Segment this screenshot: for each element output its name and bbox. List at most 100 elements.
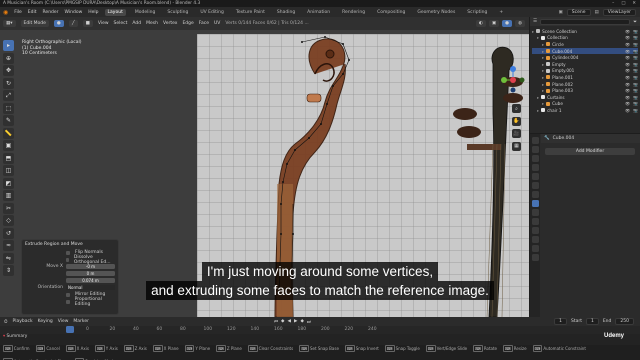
view-menu[interactable]: View [98,21,109,26]
expand-arrow-icon[interactable]: ▸ [542,42,544,47]
add-menu[interactable]: Add [132,21,141,26]
outliner-search-input[interactable] [540,18,631,25]
scene-selector[interactable]: Scene [566,8,591,16]
outliner-item[interactable]: ▸ chair 1 👁 📷 [532,107,638,114]
output-tab-icon[interactable] [531,155,539,162]
outliner-item[interactable]: ▸ Plane.003 👁 📷 [532,87,638,94]
gizmo-z-axis-icon[interactable] [510,66,516,72]
filter-icon[interactable]: ⏷ [633,19,637,25]
select-menu[interactable]: Select [114,21,128,26]
face-menu[interactable]: Face [199,21,209,26]
prev-key-icon[interactable]: ◆ [281,319,284,325]
shading-solid-icon[interactable]: ● [502,20,513,27]
visibility-eye-icon[interactable]: 👁 [625,29,630,34]
workspace-tab-geometry-nodes[interactable]: Geometry Nodes [414,9,458,16]
cursor-tool-icon[interactable]: ⊕ [3,52,14,64]
menu-edit[interactable]: Edit [28,10,37,15]
overlays-icon[interactable]: ◐ [475,20,486,27]
editor-type-button[interactable]: ▦▾ [3,20,16,27]
outliner-item[interactable]: ▸ Empty 👁 📷 [532,61,638,68]
add-workspace-button[interactable]: + [496,9,506,16]
select-mode-vertex[interactable]: ● [53,20,64,27]
material-tab-icon[interactable] [531,245,539,252]
menu-window[interactable]: Window [65,10,83,15]
physics-tab-icon[interactable] [531,218,539,225]
camera-render-icon[interactable]: 📷 [633,42,638,47]
keying-menu[interactable]: Keying [38,319,53,324]
select-mode-edge[interactable]: ╱ [68,20,78,27]
zoom-view-icon[interactable]: ⌕ [512,104,521,113]
outliner-item[interactable]: ▸ Empty.001 👁 📷 [532,68,638,75]
next-key-icon[interactable]: ◆ [300,319,303,325]
camera-render-icon[interactable]: 📷 [633,29,638,34]
camera-render-icon[interactable]: 📷 [633,95,638,100]
expand-arrow-icon[interactable]: ▸ [537,35,539,40]
outliner-item[interactable]: ▸ Curtains 👁 📷 [532,94,638,101]
gizmo-neg-z-axis-icon[interactable] [510,87,516,93]
workspace-tab-sculpting[interactable]: Sculpting [164,9,191,16]
workspace-tab-shading[interactable]: Shading [274,9,298,16]
menu-file[interactable]: File [14,10,22,15]
menu-render[interactable]: Render [43,10,59,15]
visibility-eye-icon[interactable]: 👁 [625,49,630,54]
camera-render-icon[interactable]: 📷 [633,101,638,106]
visibility-eye-icon[interactable]: 👁 [625,88,630,93]
visibility-eye-icon[interactable]: 👁 [625,82,630,87]
tool-tab-icon[interactable] [531,137,539,144]
workspace-tab-uv-editing[interactable]: UV Editing [197,9,226,16]
visibility-eye-icon[interactable]: 👁 [625,75,630,80]
outliner-item[interactable]: ▸ Cylinder.004 👁 📷 [532,54,638,61]
uv-menu[interactable]: UV [214,21,220,26]
gizmo-y-axis-icon[interactable] [501,77,507,83]
visibility-eye-icon[interactable]: 👁 [625,95,630,100]
outliner-editor-icon[interactable]: ☰ [533,19,537,24]
minimize-button[interactable]: – [612,1,614,6]
particles-tab-icon[interactable] [531,209,539,216]
edge-menu[interactable]: Edge [182,21,193,26]
expand-arrow-icon[interactable]: ▸ [537,108,539,113]
maximize-button[interactable]: □ [621,1,625,6]
workspace-tab-layout[interactable]: Layout [104,8,126,16]
expand-arrow-icon[interactable]: ▸ [542,49,544,54]
object-tab-icon[interactable] [531,191,539,198]
marker-menu[interactable]: Marker [73,319,89,324]
scale-tool-icon[interactable]: ⤢ [3,90,14,101]
camera-render-icon[interactable]: 📷 [633,62,638,67]
expand-arrow-icon[interactable]: ▸ [542,88,544,93]
perspective-toggle-icon[interactable]: ▦ [512,141,521,151]
gizmo-neg-y-axis-icon[interactable] [519,77,525,83]
outliner-item[interactable]: ▸ Circle 👁 📷 [532,41,638,48]
poly-build-tool-icon[interactable]: ◇ [3,215,14,226]
flip-normals-checkbox[interactable] [66,250,70,255]
scene-tab-icon[interactable] [531,173,539,180]
end-frame-field[interactable]: 250 [615,318,634,325]
camera-render-icon[interactable]: 📷 [633,35,638,40]
outliner-item[interactable]: ▸ Scene Collection 👁 📷 [532,28,638,35]
visibility-eye-icon[interactable]: 👁 [625,62,630,67]
expand-arrow-icon[interactable]: ▸ [532,29,534,34]
annotate-tool-icon[interactable]: ✎ [3,115,14,126]
mesh-menu[interactable]: Mesh [146,21,158,26]
timeline-editor-icon[interactable]: ⏱ [4,319,8,325]
camera-render-icon[interactable]: 📷 [633,75,638,80]
vertex-menu[interactable]: Vertex [163,21,177,26]
add-cube-tool-icon[interactable]: ▣ [3,140,14,151]
select-box-tool-icon[interactable]: ▸ [3,40,14,51]
smooth-tool-icon[interactable]: ≈ [3,240,14,251]
expand-arrow-icon[interactable]: ▸ [542,62,544,67]
visibility-eye-icon[interactable]: 👁 [625,108,630,113]
outliner-item[interactable]: ▸ Plane.002 👁 📷 [532,81,638,88]
visibility-eye-icon[interactable]: 👁 [625,68,630,73]
extrude-tool-icon[interactable]: ⬒ [3,152,14,164]
current-frame-field[interactable]: 1 [554,318,567,325]
outliner-item[interactable]: ▸ Plane.001 👁 📷 [532,74,638,81]
loop-cut-tool-icon[interactable]: ▥ [3,190,14,201]
expand-arrow-icon[interactable]: ▸ [542,82,544,87]
camera-render-icon[interactable]: 📷 [633,55,638,60]
xray-icon[interactable]: ▣ [488,20,500,27]
visibility-eye-icon[interactable]: 👁 [625,35,630,40]
dissolve-checkbox[interactable] [66,257,69,262]
rotate-tool-icon[interactable]: ↻ [3,77,14,89]
outliner-item[interactable]: ▸ Collection 👁 📷 [532,35,638,42]
visibility-eye-icon[interactable]: 👁 [625,101,630,106]
